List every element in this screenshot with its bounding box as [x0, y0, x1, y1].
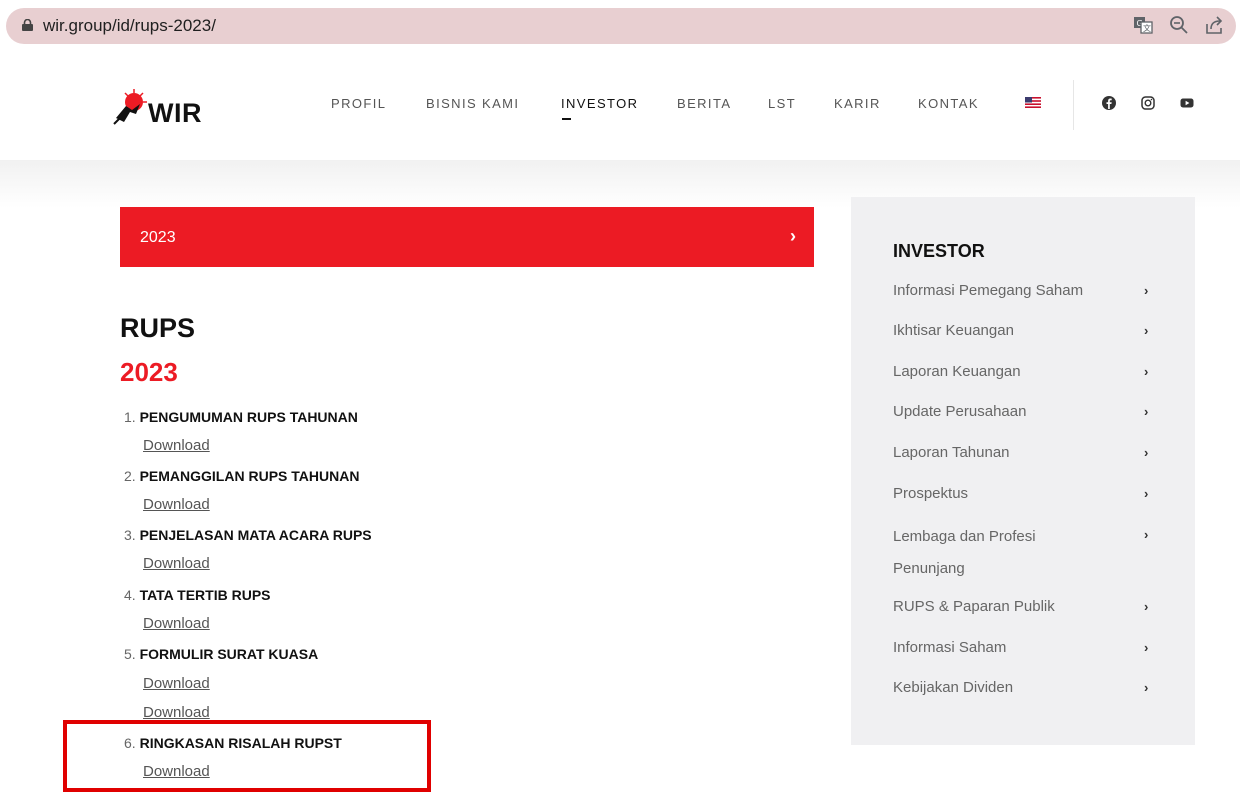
list-item-title: 1. PENGUMUMAN RUPS TAHUNAN — [124, 409, 358, 425]
instagram-icon[interactable] — [1141, 96, 1155, 110]
translate-icon[interactable]: G 文 — [1132, 14, 1154, 36]
highlight-annotation-box — [63, 720, 431, 792]
sidebar-item-update-perusahaan[interactable]: Update Perusahaan — [893, 399, 1123, 425]
download-link[interactable]: Download — [143, 437, 210, 454]
chevron-right-icon: › — [1144, 364, 1149, 379]
sidebar-item-laporan-tahunan[interactable]: Laporan Tahunan — [893, 440, 1123, 466]
chevron-right-icon: › — [790, 226, 796, 246]
download-link[interactable]: Download — [143, 496, 210, 513]
nav-bisnis-kami[interactable]: BISNIS KAMI — [426, 96, 519, 111]
wir-logo-icon[interactable] — [112, 88, 152, 132]
facebook-icon[interactable] — [1102, 96, 1116, 110]
nav-investor[interactable]: INVESTOR — [561, 96, 638, 111]
page-title: RUPS — [120, 313, 196, 343]
sidebar-item-ikhtisar-keuangan[interactable]: Ikhtisar Keuangan — [893, 318, 1123, 344]
chevron-right-icon: › — [1144, 640, 1149, 655]
lock-icon — [22, 19, 33, 31]
year-accordion-bar[interactable]: 2023 › — [120, 207, 814, 267]
list-item-title: 2. PEMANGGILAN RUPS TAHUNAN — [124, 468, 360, 484]
chevron-right-icon: › — [1144, 404, 1149, 419]
chevron-right-icon: › — [1144, 527, 1149, 542]
header-divider — [1073, 80, 1074, 130]
list-item-title: 4. TATA TERTIB RUPS — [124, 587, 271, 603]
download-link[interactable]: Download — [143, 615, 210, 632]
sidebar-item-informasi-saham[interactable]: Informasi Saham — [893, 635, 1123, 661]
chevron-right-icon: › — [1144, 486, 1149, 501]
svg-text:文: 文 — [1143, 23, 1151, 33]
sidebar-item-rups-paparan-publik[interactable]: RUPS & Paparan Publik — [893, 594, 1123, 620]
sidebar-item-prospektus[interactable]: Prospektus — [893, 481, 1123, 507]
nav-lst[interactable]: LST — [768, 96, 796, 111]
us-flag-icon[interactable] — [1025, 97, 1041, 108]
browser-toolbar: wir.group/id/rups-2023/ G 文 — [0, 0, 1240, 50]
sidebar-item-lembaga-dan-profesi-penunjang[interactable]: Lembaga dan Profesi Penunjang — [893, 521, 1083, 585]
nav-profil[interactable]: PROFIL — [331, 96, 386, 111]
sidebar-item-kebijakan-dividen[interactable]: Kebijakan Dividen — [893, 675, 1123, 701]
logo-text[interactable]: WIR — [148, 98, 202, 129]
url-text[interactable]: wir.group/id/rups-2023/ — [43, 16, 216, 36]
chevron-right-icon: › — [1144, 680, 1149, 695]
list-item-title: 5. FORMULIR SURAT KUASA — [124, 646, 319, 662]
chevron-right-icon: › — [1144, 323, 1149, 338]
sidebar-title: INVESTOR — [893, 241, 985, 261]
youtube-icon[interactable] — [1180, 96, 1194, 110]
zoom-icon[interactable] — [1168, 14, 1190, 36]
chevron-right-icon: › — [1144, 445, 1149, 460]
sidebar-item-laporan-keuangan[interactable]: Laporan Keuangan — [893, 359, 1123, 385]
list-item-title: 3. PENJELASAN MATA ACARA RUPS — [124, 527, 372, 543]
page-subtitle: 2023 — [120, 357, 178, 387]
sidebar-item-informasi-pemegang-saham[interactable]: Informasi Pemegang Saham — [893, 278, 1123, 304]
active-nav-indicator — [562, 118, 571, 120]
nav-karir[interactable]: KARIR — [834, 96, 881, 111]
chevron-right-icon: › — [1144, 283, 1149, 298]
year-label: 2023 — [140, 229, 176, 246]
download-link[interactable]: Download — [143, 704, 210, 721]
chevron-right-icon: › — [1144, 599, 1149, 614]
nav-berita[interactable]: BERITA — [677, 96, 731, 111]
download-link[interactable]: Download — [143, 555, 210, 572]
download-link[interactable]: Download — [143, 675, 210, 692]
share-icon[interactable] — [1203, 14, 1225, 36]
nav-kontak[interactable]: KONTAK — [918, 96, 979, 111]
